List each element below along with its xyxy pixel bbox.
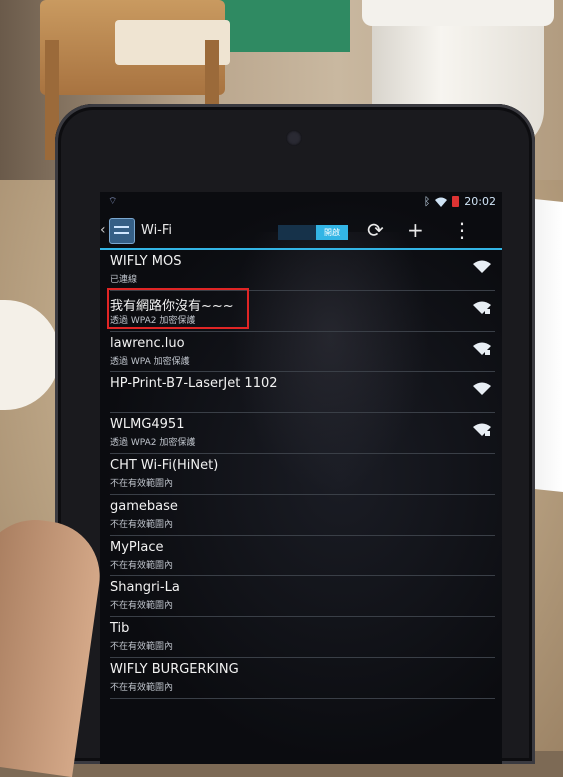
page-title: Wi-Fi bbox=[141, 223, 173, 238]
bluetooth-icon: ᛒ bbox=[423, 195, 431, 208]
network-name: WIFLY BURGERKING bbox=[110, 661, 239, 677]
network-item[interactable]: lawrenc.luo 透過 WPA 加密保護 bbox=[110, 332, 495, 373]
network-item[interactable]: 我有網路你沒有~~~ 透過 WPA2 加密保護 bbox=[107, 287, 495, 332]
network-item[interactable]: Shangri-La 不在有效範圍內 bbox=[110, 576, 495, 618]
network-item[interactable]: WLMG4951 透過 WPA2 加密保護 bbox=[110, 413, 495, 454]
network-name: Shangri-La bbox=[110, 580, 180, 596]
tablet-device: ⌔ ᛒ 20:02 ‹ Wi-Fi 開啟 ⟳ + ⋮ WIFLY MOS 已連線我… bbox=[55, 104, 535, 764]
wifi-settings-icon[interactable] bbox=[109, 218, 135, 244]
wifi-lock-signal-icon bbox=[473, 423, 491, 437]
network-status: 不在有效範圍內 bbox=[110, 560, 174, 571]
network-name: lawrenc.luo bbox=[110, 335, 185, 351]
network-item[interactable]: WIFLY MOS 已連線 bbox=[110, 250, 495, 291]
overflow-menu-icon[interactable]: ⋮ bbox=[452, 219, 472, 241]
chair-back bbox=[40, 0, 230, 95]
status-bar: ⌔ ᛒ 20:02 bbox=[100, 192, 502, 214]
wifi-signal-icon bbox=[473, 382, 491, 396]
network-item[interactable]: CHT Wi-Fi(HiNet) 不在有效範圍內 bbox=[110, 454, 495, 495]
network-status: 不在有效範圍內 bbox=[110, 642, 174, 653]
coffee-cup-lid bbox=[362, 0, 554, 26]
wifi-signal-icon bbox=[473, 260, 491, 273]
toggle-on-label: 開啟 bbox=[316, 225, 348, 240]
network-name: Tib bbox=[110, 621, 130, 637]
network-name: MyPlace bbox=[110, 539, 164, 555]
network-status: 不在有效範圍內 bbox=[110, 519, 174, 530]
battery-icon bbox=[452, 196, 460, 207]
network-status: 不在有效範圍內 bbox=[110, 601, 174, 612]
network-status: 透過 WPA 加密保護 bbox=[110, 356, 190, 367]
wps-icon[interactable]: ⟳ bbox=[367, 219, 384, 241]
wifi-icon bbox=[435, 197, 448, 207]
network-status: 不在有效範圍內 bbox=[110, 682, 174, 693]
network-status: 不在有效範圍內 bbox=[110, 478, 174, 489]
back-chevron-icon[interactable]: ‹ bbox=[100, 222, 106, 238]
action-bar: ‹ Wi-Fi 開啟 ⟳ + ⋮ bbox=[100, 214, 502, 250]
wifi-lock-signal-icon bbox=[473, 301, 491, 314]
wifi-toggle[interactable]: 開啟 bbox=[278, 225, 348, 240]
network-item[interactable]: gamebase 不在有效範圍內 bbox=[110, 495, 495, 536]
clock: 20:02 bbox=[464, 195, 496, 208]
add-network-icon[interactable]: + bbox=[407, 219, 424, 241]
network-name: WIFLY MOS bbox=[110, 254, 182, 269]
status-icons: ᛒ 20:02 bbox=[424, 195, 496, 208]
network-name: CHT Wi-Fi(HiNet) bbox=[110, 457, 219, 473]
network-name: HP-Print-B7-LaserJet 1102 bbox=[110, 376, 278, 392]
network-name: gamebase bbox=[110, 498, 178, 514]
network-status: 已連線 bbox=[110, 275, 138, 285]
network-list: WIFLY MOS 已連線 我有網路你沒有~~~ 透過 WPA2 加密保護 lawren… bbox=[107, 250, 495, 699]
wifi-lock-signal-icon bbox=[473, 342, 491, 355]
network-item[interactable]: WIFLY BURGERKING 不在有效範圍內 bbox=[110, 658, 495, 699]
front-camera bbox=[286, 130, 302, 146]
network-item[interactable]: Tib 不在有效範圍內 bbox=[110, 617, 495, 658]
network-item[interactable]: HP-Print-B7-LaserJet 1102 bbox=[110, 372, 495, 414]
network-item[interactable]: MyPlace 不在有效範圍內 bbox=[110, 536, 495, 577]
network-name: WLMG4951 bbox=[110, 417, 185, 433]
notification-wifi-icon: ⌔ bbox=[108, 196, 118, 207]
tablet-screen: ⌔ ᛒ 20:02 ‹ Wi-Fi 開啟 ⟳ + ⋮ WIFLY MOS 已連線我… bbox=[100, 192, 502, 764]
network-status: 透過 WPA2 加密保護 bbox=[110, 438, 196, 449]
red-annotation-box bbox=[107, 287, 249, 329]
